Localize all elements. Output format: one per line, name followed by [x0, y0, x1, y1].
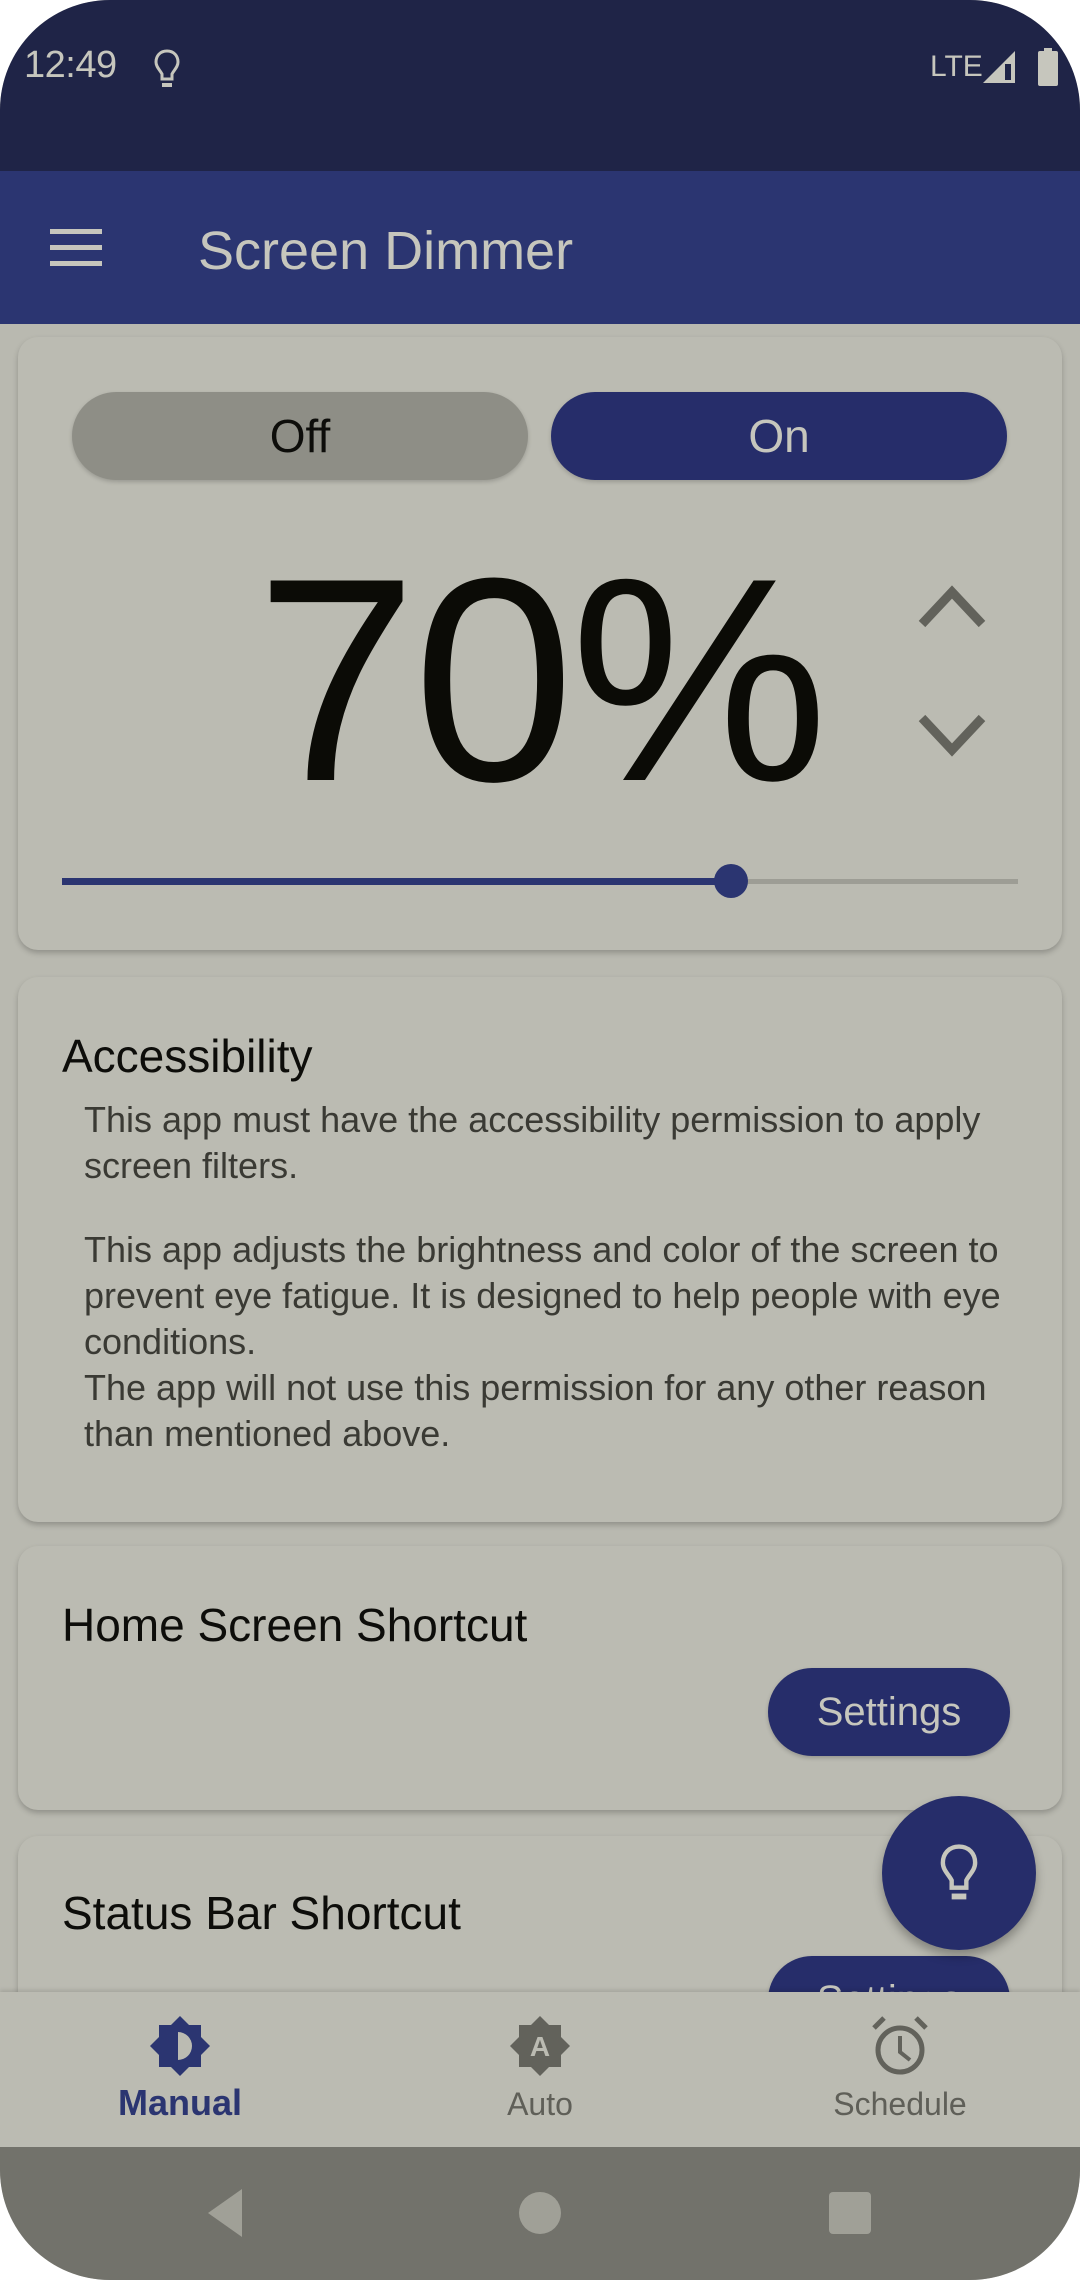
- lightbulb-icon: [940, 1844, 978, 1900]
- lightbulb-icon: [154, 49, 180, 87]
- recents-icon[interactable]: [820, 2183, 880, 2243]
- status-bar: 12:49 LTE: [0, 0, 1080, 171]
- alarm-clock-icon: [872, 2016, 928, 2075]
- system-navigation-bar: [0, 2147, 1080, 2280]
- app-title: Screen Dimmer: [198, 221, 574, 281]
- phone-screen: 12:49 LTE Screen Dimmer Off On 70% Acces…: [0, 0, 1080, 2280]
- slider-fill: [62, 878, 732, 885]
- on-button[interactable]: On: [551, 392, 1007, 480]
- home-shortcut-settings-button[interactable]: Settings: [768, 1668, 1010, 1756]
- slider-thumb[interactable]: [714, 864, 749, 898]
- battery-icon: [1038, 48, 1058, 86]
- accessibility-title: Accessibility: [62, 1030, 313, 1082]
- off-button[interactable]: Off: [72, 392, 528, 480]
- dim-slider[interactable]: [62, 861, 1018, 901]
- status-time: 12:49: [24, 44, 117, 86]
- menu-icon[interactable]: [50, 229, 102, 267]
- accessibility-permission-text: This app must have the accessibility per…: [84, 1099, 981, 1186]
- home-shortcut-title: Home Screen Shortcut: [62, 1599, 528, 1651]
- accessibility-description: This app adjusts the brightness and colo…: [84, 1227, 1044, 1457]
- dimmer-card: Off On 70%: [18, 337, 1062, 950]
- accessibility-description-line1: This app adjusts the brightness and colo…: [84, 1229, 1001, 1362]
- nav-label-schedule: Schedule: [833, 2086, 967, 2122]
- svg-text:A: A: [530, 2031, 550, 2062]
- chevron-up-icon[interactable]: [916, 582, 988, 630]
- back-icon[interactable]: [196, 2183, 256, 2243]
- brightness-auto-icon: A: [510, 2016, 570, 2076]
- network-type: LTE: [930, 50, 983, 83]
- nav-item-manual[interactable]: Manual: [0, 1992, 360, 2147]
- nav-label-manual: Manual: [117, 2082, 242, 2123]
- statusbar-shortcut-title: Status Bar Shortcut: [62, 1887, 461, 1939]
- signal-icon: [983, 51, 1015, 83]
- toggle-filter-fab[interactable]: [882, 1796, 1036, 1950]
- brightness-manual-icon: [150, 2016, 210, 2076]
- chevron-down-icon[interactable]: [916, 712, 988, 760]
- home-shortcut-card: Home Screen Shortcut Settings: [18, 1546, 1062, 1810]
- home-icon[interactable]: [510, 2183, 570, 2243]
- dim-percentage: 70%: [255, 518, 828, 842]
- nav-item-schedule[interactable]: Schedule: [720, 1992, 1080, 2147]
- bottom-navigation: Manual A Auto Schedule: [0, 1992, 1080, 2147]
- accessibility-card: Accessibility This app must have the acc…: [18, 977, 1062, 1522]
- nav-label-auto: Auto: [507, 2086, 573, 2122]
- accessibility-description-line2: The app will not use this permission for…: [84, 1367, 987, 1454]
- nav-item-auto[interactable]: A Auto: [360, 1992, 720, 2147]
